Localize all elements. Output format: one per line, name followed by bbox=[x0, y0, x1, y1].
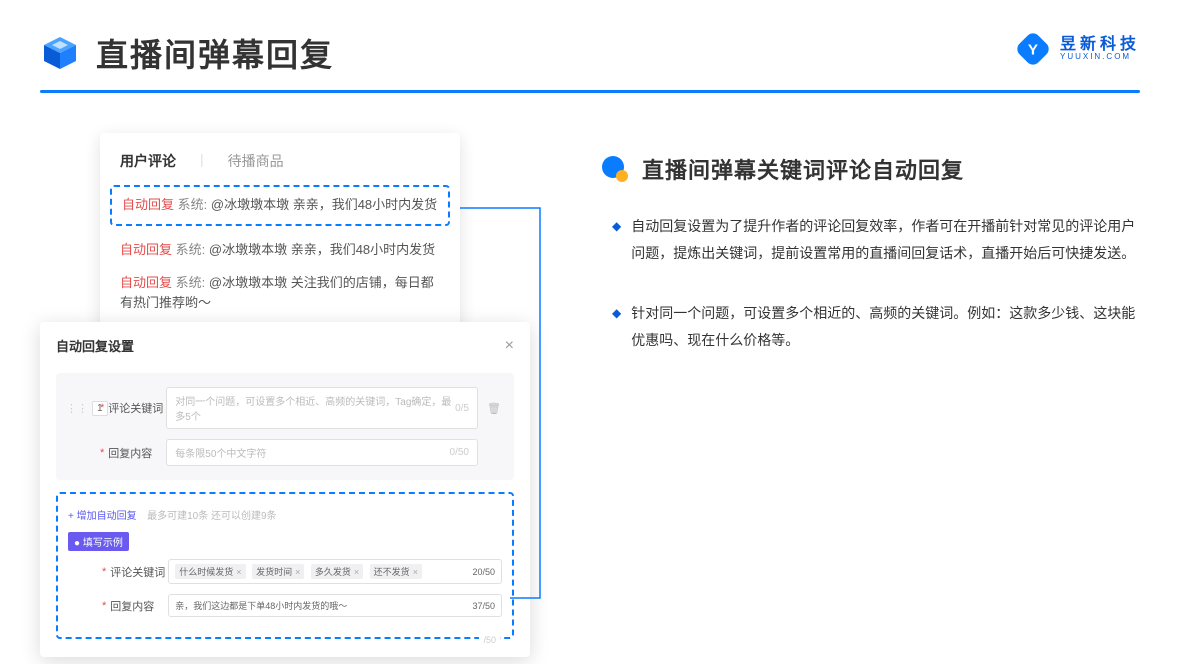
brand-logo: Y 昱新科技 YUUXIN.COM bbox=[1014, 30, 1140, 68]
auto-reply-tag: 自动回复 bbox=[120, 242, 172, 257]
diamond-bullet-icon: ◆ bbox=[612, 300, 621, 353]
comment-text: @冰墩墩本墩 亲亲，我们48小时内发货 bbox=[209, 242, 435, 257]
keyword-input[interactable]: 对同一个问题，可设置多个相近、高频的关键词，Tag确定，最多5个 0/5 bbox=[166, 387, 478, 429]
bullet-item: ◆ 针对同一个问题，可设置多个相近的、高频的关键词。例如：这款多少钱、这块能优惠… bbox=[612, 300, 1140, 353]
add-hint: 最多可建10条 还可以创建9条 bbox=[147, 511, 276, 522]
tab-pending-goods[interactable]: 待播商品 bbox=[228, 151, 284, 171]
example-content-label: 回复内容 bbox=[110, 598, 168, 614]
example-content-value: 亲，我们这边都是下单48小时内发货的哦～ bbox=[175, 599, 347, 612]
keyword-count: 0/5 bbox=[455, 403, 469, 414]
required-star: * bbox=[102, 566, 106, 578]
section-bullet-icon bbox=[600, 155, 628, 183]
modal-title: 自动回复设置 bbox=[56, 336, 134, 355]
section-title: 直播间弹幕关键词评论自动回复 bbox=[642, 153, 964, 185]
bullet-text: 针对同一个问题，可设置多个相近的、高频的关键词。例如：这款多少钱、这块能优惠吗、… bbox=[631, 300, 1140, 353]
close-icon[interactable]: × bbox=[505, 337, 514, 355]
logo-cube-icon bbox=[40, 33, 80, 73]
example-keyword-input[interactable]: 什么时候发货× 发货时间× 多久发货× 还不发货× 20/50 bbox=[168, 559, 502, 584]
keyword-tag[interactable]: 还不发货× bbox=[370, 564, 422, 579]
auto-reply-tag: 自动回复 bbox=[122, 197, 174, 212]
content-count: 0/50 bbox=[450, 447, 469, 458]
example-kw-count: 20/50 bbox=[472, 567, 495, 577]
system-tag: 系统: bbox=[176, 275, 206, 290]
remain-count: /50 bbox=[479, 635, 500, 645]
example-keyword-label: 评论关键词 bbox=[110, 564, 168, 580]
brand-sub: YUUXIN.COM bbox=[1060, 53, 1140, 62]
tab-user-comments[interactable]: 用户评论 bbox=[120, 151, 176, 171]
required-star: * bbox=[102, 600, 106, 612]
bullet-text: 自动回复设置为了提升作者的评论回复效率，作者可在开播前针对常见的评论用户问题，提… bbox=[631, 213, 1140, 266]
delete-icon[interactable]: 🗑 bbox=[484, 402, 504, 415]
example-content-input[interactable]: 亲，我们这边都是下单48小时内发货的哦～ 37/50 bbox=[168, 594, 502, 617]
system-tag: 系统: bbox=[176, 242, 206, 257]
keyword-tag[interactable]: 什么时候发货× bbox=[175, 564, 245, 579]
add-auto-reply-link[interactable]: + 增加自动回复 bbox=[68, 507, 137, 522]
page-title: 直播间弹幕回复 bbox=[96, 30, 334, 76]
brand-icon: Y bbox=[1014, 30, 1052, 68]
tab-divider: | bbox=[200, 151, 204, 171]
content-label: 回复内容 bbox=[108, 445, 166, 461]
system-tag: 系统: bbox=[178, 197, 208, 212]
keyword-label: 评论关键词 bbox=[108, 400, 166, 416]
comment-row-highlighted: 自动回复 系统: @冰墩墩本墩 亲亲，我们48小时内发货 bbox=[110, 185, 450, 226]
comment-row: 自动回复 系统: @冰墩墩本墩 亲亲，我们48小时内发货 bbox=[120, 240, 440, 261]
comments-panel: 用户评论 | 待播商品 自动回复 系统: @冰墩墩本墩 亲亲，我们48小时内发货… bbox=[100, 133, 460, 348]
required-star: * bbox=[100, 402, 104, 414]
content-placeholder: 每条限50个中文字符 bbox=[175, 445, 266, 460]
auto-reply-settings-modal: 自动回复设置 × ⋮⋮ 1 * 评论关键词 对同一个问题，可设置多个相近、高频的… bbox=[40, 322, 530, 657]
required-star: * bbox=[100, 447, 104, 459]
drag-handle-icon[interactable]: ⋮⋮ bbox=[66, 402, 88, 415]
keyword-tag[interactable]: 多久发货× bbox=[311, 564, 363, 579]
example-badge: ● 填写示例 bbox=[68, 532, 129, 551]
svg-text:Y: Y bbox=[1028, 42, 1038, 59]
brand-name: 昱新科技 bbox=[1060, 36, 1140, 54]
example-block: + 增加自动回复 最多可建10条 还可以创建9条 ● 填写示例 * 评论关键词 … bbox=[56, 492, 514, 639]
keyword-tag[interactable]: 发货时间× bbox=[252, 564, 304, 579]
content-input[interactable]: 每条限50个中文字符 0/50 bbox=[166, 439, 478, 466]
example-content-count: 37/50 bbox=[472, 601, 495, 611]
keyword-placeholder: 对同一个问题，可设置多个相近、高频的关键词，Tag确定，最多5个 bbox=[175, 393, 455, 423]
diamond-bullet-icon: ◆ bbox=[612, 213, 621, 266]
form-block: ⋮⋮ 1 * 评论关键词 对同一个问题，可设置多个相近、高频的关键词，Tag确定… bbox=[56, 373, 514, 480]
comment-row: 自动回复 系统: @冰墩墩本墩 关注我们的店铺，每日都有热门推荐哟～ bbox=[120, 273, 440, 315]
auto-reply-tag: 自动回复 bbox=[120, 275, 172, 290]
comment-text: @冰墩墩本墩 亲亲，我们48小时内发货 bbox=[211, 197, 437, 212]
bullet-item: ◆ 自动回复设置为了提升作者的评论回复效率，作者可在开播前针对常见的评论用户问题… bbox=[612, 213, 1140, 266]
